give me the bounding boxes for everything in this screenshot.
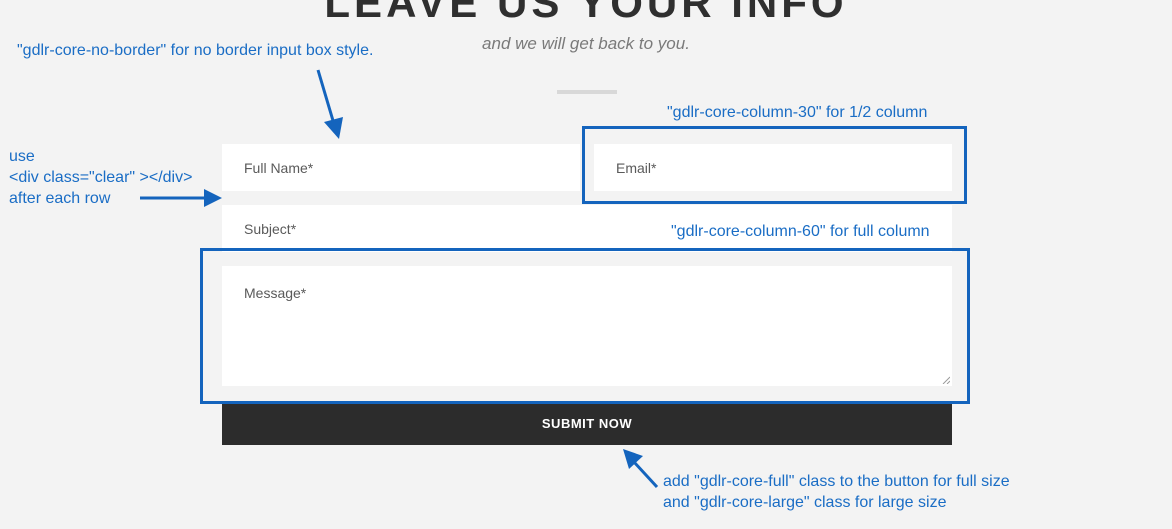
button-annotation-line: add "gdlr-core-full" class to the button…: [663, 473, 1010, 490]
clear-row-annotation: use <div class="clear" ></div> after eac…: [9, 146, 192, 209]
column-60-annotation: "gdlr-core-column-60" for full column: [671, 223, 930, 240]
message-column-highlight: [200, 248, 970, 404]
clear-annotation-line: use: [9, 148, 35, 165]
title-divider: [557, 90, 617, 94]
button-annotation-line: and "gdlr-core-large" class for large si…: [663, 494, 947, 511]
full-name-placeholder: Full Name*: [244, 159, 314, 176]
full-name-input[interactable]: Full Name*: [222, 144, 580, 191]
button-size-annotation: add "gdlr-core-full" class to the button…: [663, 471, 1010, 513]
page-title: LEAVE US YOUR INFO: [324, 0, 848, 26]
email-column-highlight: [582, 126, 967, 204]
no-border-annotation: "gdlr-core-no-border" for no border inpu…: [17, 42, 374, 59]
clear-annotation-line: <div class="clear" ></div>: [9, 169, 193, 186]
button-arrow-icon: [623, 449, 659, 489]
no-border-arrow-icon: [316, 69, 343, 139]
submit-button[interactable]: SUBMIT NOW: [222, 401, 952, 445]
subject-placeholder: Subject*: [244, 220, 297, 237]
clear-annotation-line: after each row: [9, 190, 111, 207]
column-30-annotation: "gdlr-core-column-30" for 1/2 column: [667, 104, 928, 121]
